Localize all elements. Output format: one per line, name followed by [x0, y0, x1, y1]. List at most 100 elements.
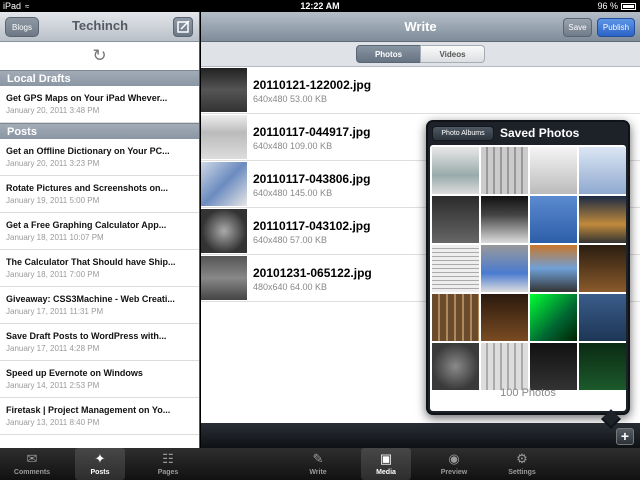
- draft-title: Get GPS Maps on Your iPad Whever...: [6, 93, 168, 103]
- publish-button[interactable]: Publish: [597, 18, 635, 37]
- photo-thumbnail[interactable]: [579, 147, 626, 194]
- local-drafts-header: Local Drafts: [0, 70, 199, 86]
- media-thumbnail: [201, 209, 247, 253]
- videos-segment[interactable]: Videos: [420, 45, 485, 63]
- tab-bar: ✉ Comments ✦ Posts ☷ Pages ✎ Write ▣ Med…: [0, 448, 640, 480]
- photo-thumbnail[interactable]: [579, 343, 626, 390]
- photo-thumbnail[interactable]: [481, 147, 528, 194]
- photo-thumbnail[interactable]: [579, 294, 626, 341]
- tab-write[interactable]: ✎ Write: [293, 448, 343, 480]
- tab-posts[interactable]: ✦ Posts: [75, 448, 125, 480]
- media-thumbnail: [201, 68, 247, 112]
- compose-button[interactable]: [173, 17, 193, 37]
- pushpin-icon: ✦: [94, 451, 106, 466]
- photo-thumbnail[interactable]: [432, 245, 479, 292]
- tab-comments[interactable]: ✉ Comments: [7, 448, 57, 480]
- tab-label: Posts: [90, 469, 110, 476]
- saved-photos-popover: Photo Albums Saved Photos 100 Photos: [426, 120, 630, 429]
- post-date: January 20, 2011 3:23 PM: [6, 159, 100, 168]
- posts-header: Posts: [0, 123, 199, 139]
- post-item[interactable]: Rotate Pictures and Screenshots on... Ja…: [0, 176, 199, 213]
- speech-bubble-icon: ✉: [26, 451, 38, 466]
- tab-settings[interactable]: ⚙ Settings: [497, 448, 547, 480]
- post-item[interactable]: Get a Free Graphing Calculator App... Ja…: [0, 213, 199, 250]
- post-title: Rotate Pictures and Screenshots on...: [6, 183, 169, 193]
- post-item[interactable]: Speed up Evernote on Windows January 14,…: [0, 361, 199, 398]
- media-type-segmented-control: Photos Videos: [201, 42, 640, 67]
- post-item[interactable]: Giveaway: CSS3Machine - Web Creati... Ja…: [0, 287, 199, 324]
- post-date: January 19, 2011 5:00 PM: [6, 196, 100, 205]
- post-date: January 14, 2011 2:53 PM: [6, 381, 100, 390]
- save-button[interactable]: Save: [563, 18, 592, 37]
- photo-thumbnail[interactable]: [432, 147, 479, 194]
- draft-date: January 20, 2011 3:48 PM: [6, 106, 100, 115]
- media-row[interactable]: 20110121-122002.jpg 640x480 53.00 KB: [201, 67, 640, 114]
- photo-count: 100 Photos: [500, 387, 556, 399]
- post-date: January 18, 2011 7:00 PM: [6, 270, 100, 279]
- media-filename: 20101231-065122.jpg: [253, 266, 372, 280]
- media-toolbar: +: [201, 423, 640, 448]
- photo-albums-back-button[interactable]: Photo Albums: [432, 126, 494, 141]
- photo-icon: ▣: [379, 451, 393, 466]
- post-item[interactable]: Save Draft Posts to WordPress with... Ja…: [0, 324, 199, 361]
- photo-thumbnail[interactable]: [530, 294, 577, 341]
- media-info: 640x480 57.00 KB: [253, 235, 328, 245]
- tab-label: Media: [376, 469, 396, 476]
- media-filename: 20110117-044917.jpg: [253, 125, 371, 139]
- photo-thumbnail[interactable]: [481, 196, 528, 243]
- media-thumbnail: [201, 115, 247, 159]
- photo-thumbnail[interactable]: [481, 245, 528, 292]
- post-date: January 13, 2011 8:40 PM: [6, 418, 100, 427]
- post-item[interactable]: Get an Offline Dictionary on Your PC... …: [0, 139, 199, 176]
- photo-thumbnail[interactable]: [579, 245, 626, 292]
- post-item[interactable]: Firetask | Project Management on Yo... J…: [0, 398, 199, 435]
- photo-thumbnail[interactable]: [432, 294, 479, 341]
- media-thumbnail: [201, 256, 247, 300]
- media-filename: 20110117-043806.jpg: [253, 172, 371, 186]
- eye-icon: ◉: [448, 451, 460, 466]
- add-media-button[interactable]: +: [616, 428, 634, 445]
- tab-label: Write: [309, 469, 327, 476]
- photo-thumbnail[interactable]: [579, 196, 626, 243]
- left-nav-bar: Blogs Techinch: [0, 12, 199, 42]
- photo-thumbnail[interactable]: [481, 343, 528, 390]
- post-item[interactable]: The Calculator That Should have Ship... …: [0, 250, 199, 287]
- photo-thumbnail[interactable]: [530, 196, 577, 243]
- photo-thumbnail[interactable]: [481, 294, 528, 341]
- draft-item[interactable]: Get GPS Maps on Your iPad Whever... Janu…: [0, 86, 199, 123]
- tab-label: Comments: [13, 469, 51, 476]
- media-info: 640x480 145.00 KB: [253, 188, 333, 198]
- photo-thumbnail[interactable]: [432, 343, 479, 390]
- post-title: Firetask | Project Management on Yo...: [6, 405, 171, 415]
- media-info: 640x480 53.00 KB: [253, 94, 328, 104]
- photo-thumbnail[interactable]: [432, 196, 479, 243]
- refresh-icon[interactable]: ↻: [0, 42, 199, 70]
- post-date: January 17, 2011 4:28 PM: [6, 344, 100, 353]
- photo-grid-container: 100 Photos: [430, 145, 626, 411]
- tab-pages[interactable]: ☷ Pages: [143, 448, 193, 480]
- pencil-icon: ✎: [312, 451, 324, 466]
- tab-media[interactable]: ▣ Media: [361, 448, 411, 480]
- gear-icon: ⚙: [516, 451, 528, 466]
- status-bar: iPad ≈ 12:22 AM 96 %: [0, 0, 640, 12]
- popover-title: Saved Photos: [500, 126, 580, 140]
- post-date: January 18, 2011 10:07 PM: [6, 233, 104, 242]
- media-thumbnail: [201, 162, 247, 206]
- battery-percent: 96 %: [597, 1, 618, 11]
- photo-thumbnail[interactable]: [530, 245, 577, 292]
- post-title: The Calculator That Should have Ship...: [6, 257, 176, 267]
- media-info: 480x640 64.00 KB: [253, 282, 328, 292]
- posts-panel: Blogs Techinch ↻ Local Drafts Get GPS Ma…: [0, 12, 200, 448]
- post-title: Save Draft Posts to WordPress with...: [6, 331, 167, 341]
- pages-icon: ☷: [162, 451, 174, 466]
- popover-header: Photo Albums Saved Photos: [428, 122, 628, 145]
- blog-title: Techinch: [71, 18, 129, 33]
- photo-thumbnail[interactable]: [530, 343, 577, 390]
- tab-preview[interactable]: ◉ Preview: [429, 448, 479, 480]
- compose-icon: [177, 20, 190, 33]
- write-nav-bar: Write Save Publish: [201, 12, 640, 42]
- photo-thumbnail[interactable]: [530, 147, 577, 194]
- post-title: Speed up Evernote on Windows: [6, 368, 143, 378]
- photos-segment[interactable]: Photos: [356, 45, 421, 63]
- post-title: Get an Offline Dictionary on Your PC...: [6, 146, 170, 156]
